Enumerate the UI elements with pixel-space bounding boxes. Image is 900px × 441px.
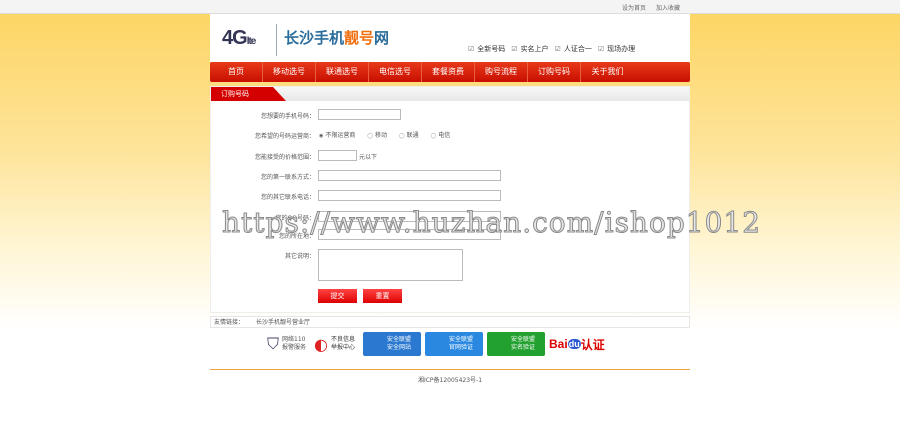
operator-label: 您希望的号码运营商： xyxy=(254,133,315,140)
feature-item: 人证合一 xyxy=(555,44,592,54)
submit-button[interactable]: 提交 xyxy=(318,289,357,303)
radio-telecom[interactable]: 电信 xyxy=(431,130,450,139)
panel-title-bar: 订购号码 xyxy=(211,87,689,101)
baidu-cert-badge[interactable]: Bai du 认证 xyxy=(549,332,605,356)
contact1-label: 您的第一联系方式： xyxy=(260,174,315,181)
nav-unicom[interactable]: 联通选号 xyxy=(316,62,369,82)
security-badge-official[interactable]: 安全联盟 官网验证 xyxy=(425,332,484,356)
radio-any[interactable]: 不限运营商 xyxy=(319,130,355,139)
logo-sub: lte xyxy=(246,36,257,47)
friend-links: 友情链接： 长沙手机靓号营业厅 xyxy=(210,316,690,328)
site-name-a: 长沙手机 xyxy=(284,29,345,47)
header: 4Glte 长沙手机靓号网 全新号码 实名上户 人证合一 现场办理 xyxy=(210,14,690,62)
footer-divider xyxy=(210,369,690,370)
site-name-c: 网 xyxy=(374,29,390,47)
police-text-a: 网络110 xyxy=(282,336,306,343)
top-bar: 设为首页 加入收藏 xyxy=(0,0,900,14)
feature-item: 全新号码 xyxy=(468,44,505,54)
operator-radios: 不限运营商 移动 联通 电信 xyxy=(319,130,450,139)
main-nav: 首页 移动选号 联通选号 电信选号 套餐资费 购号流程 订购号码 关于我们 xyxy=(210,62,690,82)
nav-about[interactable]: 关于我们 xyxy=(581,62,634,82)
nav-home[interactable]: 首页 xyxy=(210,62,263,82)
price-suffix: 元以下 xyxy=(359,154,378,161)
feature-list: 全新号码 实名上户 人证合一 现场办理 xyxy=(468,44,635,54)
report-badge[interactable]: ◐ 不良信息 举报中心 xyxy=(314,332,355,356)
site-name: 长沙手机靓号网 xyxy=(284,27,389,48)
panel-title: 订购号码 xyxy=(211,87,286,101)
order-form-panel: 订购号码 您想要的手机号码： 您希望的号码运营商： 不限运营商 移动 联通 电信… xyxy=(210,86,690,313)
police-badge[interactable]: ⛉ 网络110 报警服务 xyxy=(267,332,306,356)
radio-mobile[interactable]: 移动 xyxy=(367,130,387,139)
nav-mobile[interactable]: 移动选号 xyxy=(263,62,316,82)
number-label: 您想要的手机号码： xyxy=(260,113,315,120)
friend-link[interactable]: 长沙手机靓号营业厅 xyxy=(256,319,310,326)
logo[interactable]: 4Glte xyxy=(222,27,257,50)
sec2-b: 官网验证 xyxy=(449,344,474,351)
security-badge-site[interactable]: 安全联盟 安全网站 xyxy=(363,332,422,356)
location-input[interactable] xyxy=(318,229,501,240)
contact1-input[interactable] xyxy=(318,170,501,181)
baidu-text: Bai xyxy=(549,337,568,351)
nav-process[interactable]: 购号流程 xyxy=(475,62,528,82)
police-shield-icon: ⛉ xyxy=(267,334,280,353)
icp-number[interactable]: 湘ICP备12005423号-1 xyxy=(0,375,900,384)
price-label: 您能接受的价格范围： xyxy=(254,154,315,161)
baidu-paw-icon: du xyxy=(567,339,581,349)
number-input[interactable] xyxy=(318,109,401,120)
police-text-b: 报警服务 xyxy=(282,344,307,351)
site-name-b: 靓号 xyxy=(344,29,375,47)
feature-item: 实名上户 xyxy=(511,44,549,54)
reset-button[interactable]: 重置 xyxy=(363,289,402,303)
radio-unicom[interactable]: 联通 xyxy=(399,130,419,139)
links-label: 友情链接： xyxy=(214,319,245,326)
price-input[interactable] xyxy=(318,150,357,161)
security-badge-realname[interactable]: 安全联盟 实名验证 xyxy=(487,332,546,356)
qq-input[interactable] xyxy=(318,211,501,222)
trust-badges: ⛉ 网络110 报警服务 ◐ 不良信息 举报中心 安全联盟 安全网站 安全联盟 官网验证 安… xyxy=(267,332,605,356)
notes-label: 其它说明： xyxy=(284,253,315,260)
sec1-b: 安全网站 xyxy=(387,344,412,351)
baidu-cert-text: 认证 xyxy=(580,337,605,352)
add-favorite-link[interactable]: 加入收藏 xyxy=(656,3,680,12)
report-text-b: 举报中心 xyxy=(331,344,356,351)
report-text-a: 不良信息 xyxy=(331,336,356,343)
qq-label: 您的QQ号码： xyxy=(275,215,315,222)
logo-text: 4G xyxy=(222,27,248,49)
nav-telecom[interactable]: 电信选号 xyxy=(369,62,422,82)
sec2-a: 安全联盟 xyxy=(449,336,474,343)
sec3-a: 安全联盟 xyxy=(511,336,536,343)
nav-plans[interactable]: 套餐资费 xyxy=(422,62,475,82)
sec3-b: 实名验证 xyxy=(511,344,536,351)
set-homepage-link[interactable]: 设为首页 xyxy=(622,3,646,12)
contact2-input[interactable] xyxy=(318,190,501,201)
notes-textarea[interactable] xyxy=(318,249,463,281)
nav-order[interactable]: 订购号码 xyxy=(528,62,581,82)
feature-item: 现场办理 xyxy=(598,44,635,54)
sec1-a: 安全联盟 xyxy=(387,336,412,343)
divider xyxy=(276,24,277,56)
contact2-label: 您的其它联系电话： xyxy=(260,194,315,201)
report-logo-icon: ◐ xyxy=(314,334,328,354)
location-label: 您的所在地： xyxy=(278,233,315,240)
